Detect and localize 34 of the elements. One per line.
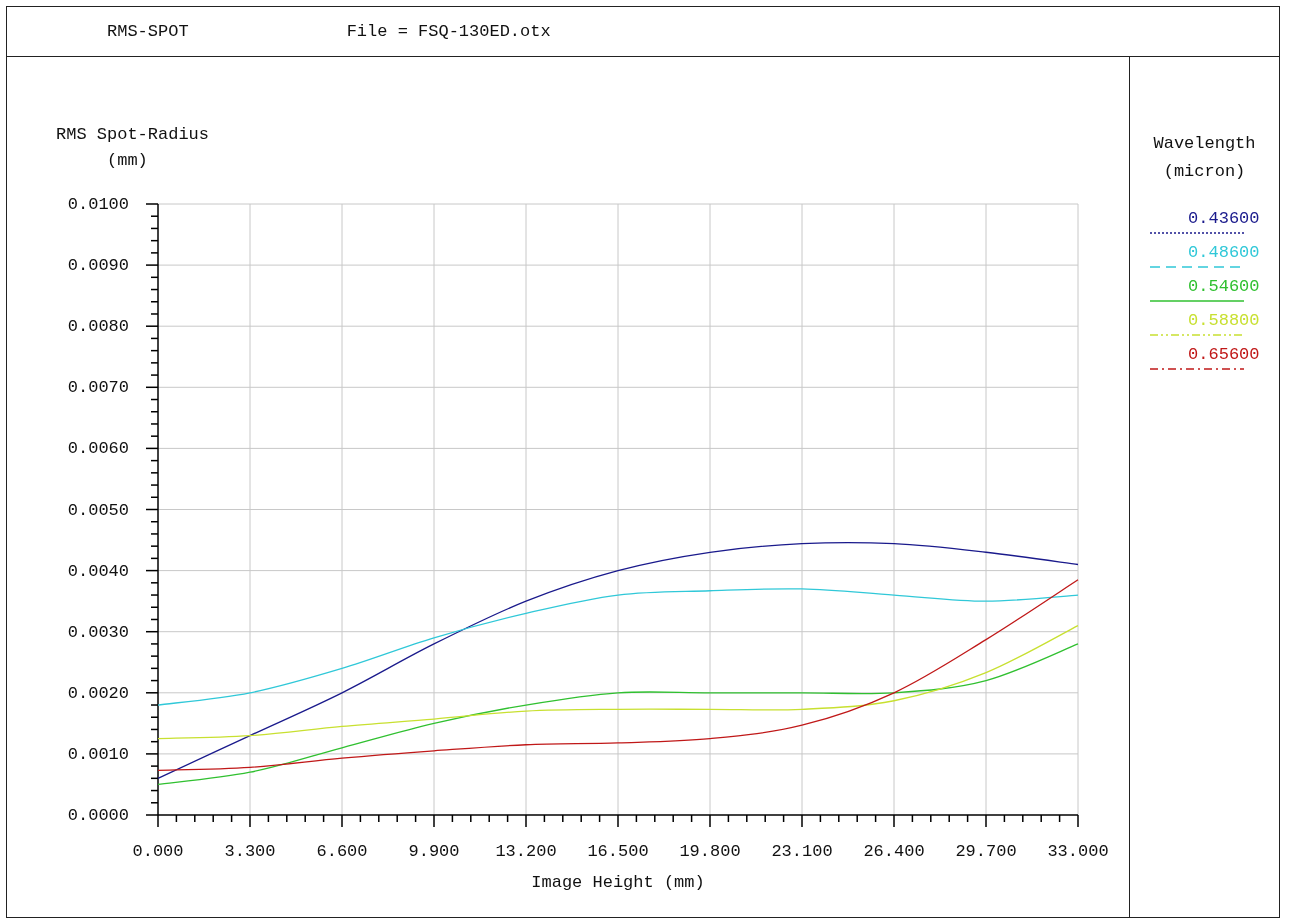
y-tick-label: 0.0040 [67, 561, 129, 581]
legend-title: Wavelength [1153, 133, 1256, 155]
legend-label: 0.58800 [1188, 310, 1260, 332]
legend-label: 0.43600 [1188, 208, 1260, 230]
y-axis-title: RMS Spot-Radius [56, 125, 210, 144]
y-tick-label: 0.0060 [67, 439, 129, 459]
y-tick-label: 0.0000 [67, 806, 129, 825]
legend-label: 0.65600 [1188, 344, 1260, 366]
x-tick-label: 3.300 [224, 842, 276, 861]
x-axis-title: Image Height (mm) [531, 873, 705, 892]
y-tick-label: 0.0020 [67, 683, 129, 703]
x-tick-label: 13.200 [495, 842, 557, 861]
x-tick-label: 26.400 [863, 842, 925, 861]
x-tick-label: 23.100 [771, 842, 833, 861]
y-axis-unit: (mm) [107, 151, 148, 170]
y-tick-label: 0.0080 [67, 317, 129, 337]
x-tick-label: 29.700 [955, 842, 1017, 861]
x-tick-label: 19.800 [679, 842, 741, 861]
x-tick-label: 16.500 [587, 842, 649, 861]
legend-unit: (micron) [1163, 160, 1246, 183]
y-tick-label: 0.0090 [67, 256, 129, 276]
report-title: RMS-SPOT [107, 20, 189, 43]
legend-label: 0.48600 [1188, 242, 1260, 264]
y-tick-label: 0.0050 [67, 500, 129, 520]
x-tick-label: 33.000 [1047, 842, 1109, 861]
y-tick-label: 0.0070 [67, 378, 129, 398]
file-name: File = FSQ-130ED.otx [346, 20, 551, 43]
x-tick-label: 6.600 [316, 842, 368, 861]
legend-label: 0.54600 [1188, 276, 1260, 298]
y-tick-label: 0.0030 [67, 622, 129, 642]
y-tick-label: 0.0100 [67, 195, 129, 214]
x-tick-label: 0.000 [132, 842, 184, 861]
x-tick-label: 9.900 [408, 842, 460, 861]
y-tick-label: 0.0010 [67, 744, 129, 764]
